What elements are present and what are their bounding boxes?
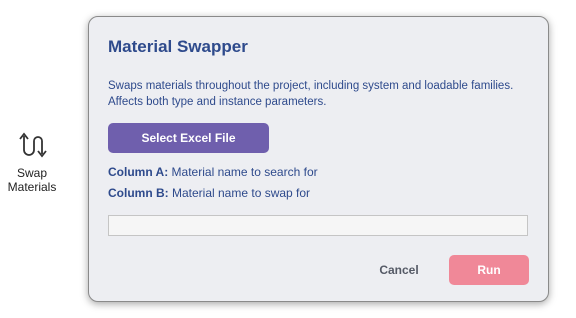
material-swapper-dialog: Material Swapper Swaps materials through…	[88, 16, 549, 302]
description-line2: Affects both type and instance parameter…	[108, 96, 327, 108]
column-b-label: Column B:	[108, 186, 169, 200]
column-a-text: Material name to search for	[168, 165, 318, 179]
description-text: Swaps materials throughout the project, …	[108, 78, 538, 110]
select-excel-file-button[interactable]: Select Excel File	[108, 123, 269, 153]
ribbon-label-line1: Swap	[16, 166, 48, 180]
column-a-instruction: Column A: Material name to search for	[108, 165, 318, 179]
run-button[interactable]: Run	[449, 255, 529, 285]
column-a-label: Column A:	[108, 165, 169, 179]
swap-arrows-icon	[19, 132, 47, 158]
description-line1: Swaps materials throughout the project, …	[108, 80, 514, 92]
column-b-instruction: Column B: Material name to swap for	[108, 186, 310, 200]
column-b-text: Material name to swap for	[168, 186, 311, 200]
ribbon-button-label: Swap Materials	[8, 166, 57, 194]
ribbon-label-line2: Materials	[7, 180, 57, 194]
dialog-title: Material Swapper	[108, 37, 248, 56]
swap-materials-ribbon-button[interactable]: Swap Materials	[4, 126, 60, 196]
cancel-button[interactable]: Cancel	[359, 257, 439, 283]
progress-bar	[108, 215, 528, 236]
